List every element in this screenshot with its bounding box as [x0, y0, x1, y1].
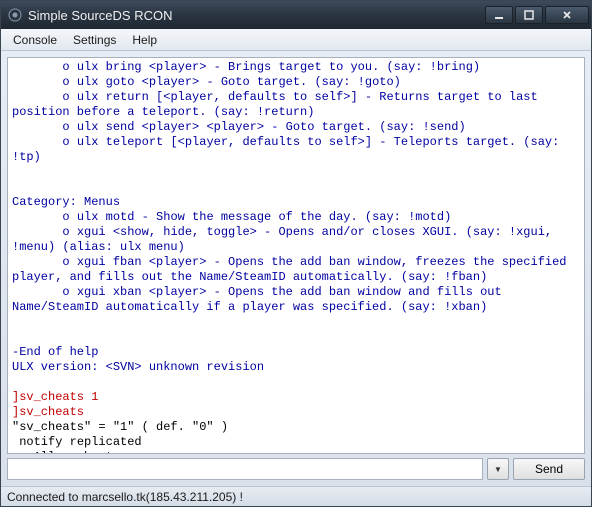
window-title: Simple SourceDS RCON	[28, 8, 485, 23]
window-buttons	[485, 6, 589, 24]
console-line: o xgui fban <player> - Opens the add ban…	[12, 255, 580, 285]
console-line	[12, 330, 580, 345]
send-button[interactable]: Send	[513, 458, 585, 480]
minimize-button[interactable]	[485, 6, 513, 24]
maximize-button[interactable]	[515, 6, 543, 24]
app-window: Simple SourceDS RCON Console Settings He…	[0, 0, 592, 507]
close-button[interactable]	[545, 6, 589, 24]
titlebar: Simple SourceDS RCON	[1, 1, 591, 29]
console-line: o ulx goto <player> - Goto target. (say:…	[12, 75, 580, 90]
console-output[interactable]: o ulx bring <player> - Brings target to …	[7, 57, 585, 454]
console-line: notify replicated	[12, 435, 580, 450]
menubar: Console Settings Help	[1, 29, 591, 51]
app-icon	[7, 7, 23, 23]
console-line: o ulx teleport [<player, defaults to sel…	[12, 135, 580, 165]
console-line: o xgui xban <player> - Opens the add ban…	[12, 285, 580, 315]
command-input[interactable]	[7, 458, 483, 480]
console-line: o ulx return [<player, defaults to self>…	[12, 90, 580, 120]
content-area: o ulx bring <player> - Brings target to …	[1, 51, 591, 486]
console-line: "sv_cheats" = "1" ( def. "0" )	[12, 420, 580, 435]
console-line	[12, 180, 580, 195]
console-line: Category: Menus	[12, 195, 580, 210]
console-line: o ulx bring <player> - Brings target to …	[12, 60, 580, 75]
console-line: - Allow cheats on server	[12, 450, 580, 454]
console-line: ULX version: <SVN> unknown revision	[12, 360, 580, 375]
console-line: o xgui <show, hide, toggle> - Opens and/…	[12, 225, 580, 255]
console-line: ]sv_cheats	[12, 405, 580, 420]
console-line	[12, 375, 580, 390]
statusbar: Connected to marcsello.tk(185.43.211.205…	[1, 486, 591, 506]
menu-settings[interactable]: Settings	[65, 31, 124, 49]
console-line: ]sv_cheats 1	[12, 390, 580, 405]
console-line: o ulx motd - Show the message of the day…	[12, 210, 580, 225]
console-line	[12, 315, 580, 330]
console-line	[12, 165, 580, 180]
console-line: -End of help	[12, 345, 580, 360]
status-text: Connected to marcsello.tk(185.43.211.205…	[7, 490, 243, 504]
history-dropdown-button[interactable]: ▼	[487, 458, 509, 480]
menu-help[interactable]: Help	[124, 31, 165, 49]
console-line: o ulx send <player> <player> - Goto targ…	[12, 120, 580, 135]
input-row: ▼ Send	[7, 458, 585, 480]
chevron-down-icon: ▼	[494, 465, 502, 474]
menu-console[interactable]: Console	[5, 31, 65, 49]
